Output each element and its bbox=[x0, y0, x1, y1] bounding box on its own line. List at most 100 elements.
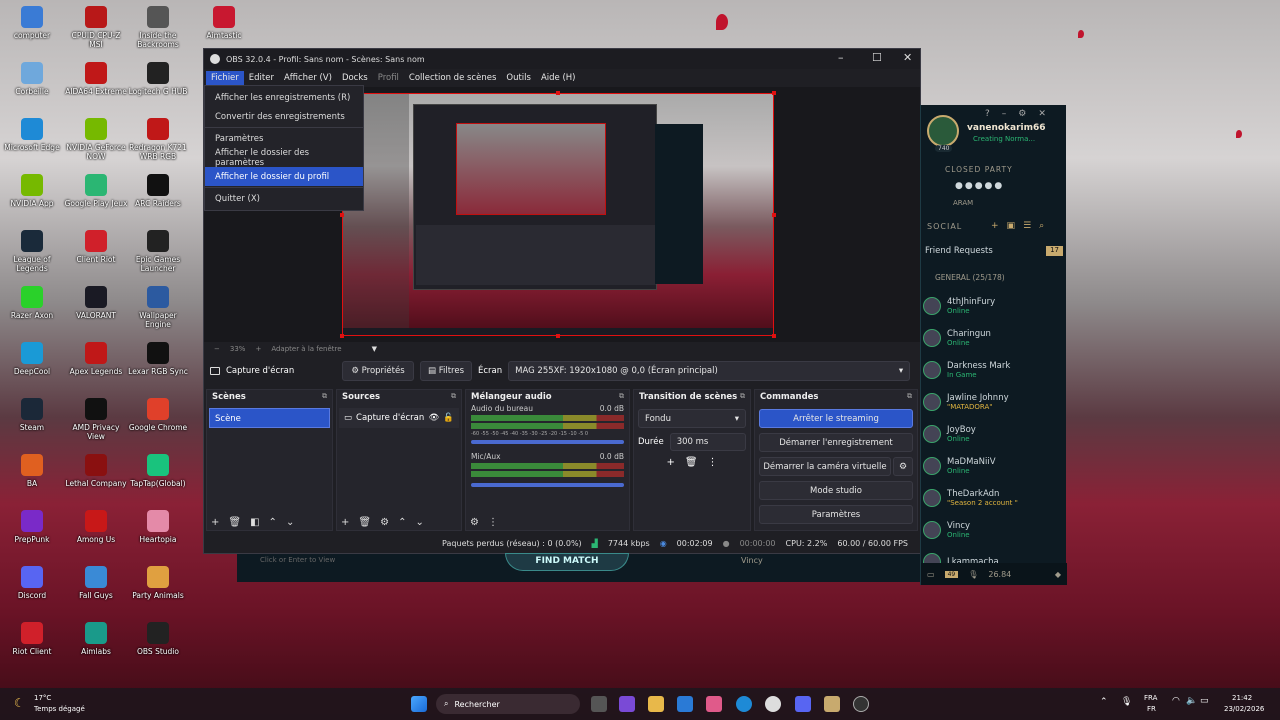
friend-row[interactable]: Darkness Mark In Game bbox=[921, 355, 1067, 385]
chat-icon[interactable]: ▭ bbox=[927, 570, 935, 579]
desktop-icon[interactable]: AMD Privacy View bbox=[64, 398, 128, 441]
friend-row[interactable]: Vincy Online bbox=[921, 515, 1067, 545]
mic-icon[interactable]: 🎙 bbox=[968, 570, 978, 579]
more-icon[interactable]: ⋮ bbox=[488, 517, 498, 528]
language-code[interactable]: FRA bbox=[1144, 694, 1157, 702]
zoom-dropdown-icon[interactable]: ▼ bbox=[372, 345, 377, 353]
desktop-icon[interactable]: Lexar RGB Sync bbox=[126, 342, 190, 376]
find-match-button[interactable]: FIND MATCH bbox=[505, 553, 629, 571]
desktop-icon[interactable]: Google Play Jeux bbox=[64, 174, 128, 208]
chatgpt-icon[interactable] bbox=[765, 696, 781, 712]
resize-handle[interactable] bbox=[340, 213, 344, 217]
move-down-icon[interactable]: ⌄ bbox=[286, 517, 294, 528]
menu-collection-scenes[interactable]: Collection de scènes bbox=[404, 71, 501, 85]
remove-scene-icon[interactable]: 🗑 bbox=[228, 517, 241, 528]
scene-item[interactable]: Scène bbox=[209, 408, 330, 428]
weather-icon[interactable]: ☾ bbox=[14, 696, 25, 710]
help-icon[interactable]: ? bbox=[985, 109, 990, 119]
resize-handle[interactable] bbox=[772, 334, 776, 338]
menu-aide[interactable]: Aide (H) bbox=[536, 71, 581, 85]
friend-row[interactable]: 4thJhinFury Online bbox=[921, 291, 1067, 321]
folder-icon[interactable]: ▣ bbox=[1007, 221, 1016, 231]
lock-icon[interactable]: 🔓 bbox=[443, 413, 454, 423]
mixer-settings-icon[interactable]: ⚙ bbox=[470, 517, 479, 528]
more-icon[interactable]: ⋮ bbox=[708, 457, 718, 468]
friend-row[interactable]: Jawline Johnny "MATADORA" bbox=[921, 387, 1067, 417]
desktop-icon[interactable]: Google Chrome bbox=[126, 398, 190, 432]
desktop-icon[interactable]: Redragon K721 WRB RGB bbox=[126, 118, 190, 161]
minimize-icon[interactable]: – bbox=[1002, 109, 1007, 119]
m365-icon[interactable] bbox=[619, 696, 635, 712]
filters-button[interactable]: ▤ Filtres bbox=[420, 361, 472, 381]
copilot-icon[interactable] bbox=[706, 696, 722, 712]
mission-icon[interactable]: ◆ bbox=[1055, 570, 1061, 579]
desktop-icon[interactable]: Microsoft Edge bbox=[0, 118, 64, 152]
remove-transition-icon[interactable]: 🗑 bbox=[685, 457, 698, 468]
desktop-icon[interactable]: Aimlabs bbox=[64, 622, 128, 656]
menu-outils[interactable]: Outils bbox=[501, 71, 536, 85]
resize-handle[interactable] bbox=[772, 91, 776, 95]
resize-handle[interactable] bbox=[340, 334, 344, 338]
desktop-icon[interactable]: Heartopia bbox=[126, 510, 190, 544]
eye-icon[interactable]: 👁 bbox=[429, 413, 440, 423]
tray-chevron-icon[interactable]: ⌃ bbox=[1100, 697, 1108, 707]
gear-icon[interactable]: ⚙ bbox=[380, 517, 389, 528]
mic-icon[interactable]: 🎙 bbox=[1121, 697, 1132, 707]
start-button-icon[interactable] bbox=[411, 696, 427, 712]
desktop-icon[interactable]: Logitech G HUB bbox=[126, 62, 190, 96]
desktop-icon[interactable]: Corbeille bbox=[0, 62, 64, 96]
screen-select[interactable]: MAG 255XF: 1920x1080 @ 0,0 (Écran princi… bbox=[508, 361, 911, 381]
minimize-icon[interactable]: – bbox=[838, 51, 844, 64]
duration-input[interactable]: 300 ms bbox=[669, 433, 746, 451]
add-scene-icon[interactable]: + bbox=[211, 517, 219, 528]
zoom-out-button[interactable]: − bbox=[214, 345, 220, 353]
resize-handle[interactable] bbox=[556, 334, 560, 338]
close-icon[interactable]: ✕ bbox=[1038, 109, 1046, 119]
desktop-icon[interactable]: Apex Legends bbox=[64, 342, 128, 376]
menu-item-show-recordings[interactable]: Afficher les enregistrements (R) bbox=[205, 88, 363, 107]
list-icon[interactable]: ☰ bbox=[1023, 221, 1031, 231]
desktop-icon[interactable]: Riot Client bbox=[0, 622, 64, 656]
desktop-icon[interactable]: Among Us bbox=[64, 510, 128, 544]
resize-handle[interactable] bbox=[772, 213, 776, 217]
settings-button[interactable]: Paramètres bbox=[759, 505, 913, 524]
desktop-icon[interactable]: Epic Games Launcher bbox=[126, 230, 190, 273]
virtual-camera-button[interactable]: Démarrer la caméra virtuelle bbox=[759, 457, 891, 476]
zoom-fit-button[interactable]: Adapter à la fenêtre bbox=[271, 345, 341, 353]
profile-avatar[interactable] bbox=[927, 115, 959, 147]
desktop-icon[interactable]: computer bbox=[0, 6, 64, 40]
desktop-icon[interactable]: Inside the Backrooms bbox=[126, 6, 190, 49]
desktop-icon[interactable]: Steam bbox=[0, 398, 64, 432]
desktop-icon[interactable]: TapTap(Global) bbox=[126, 454, 190, 488]
desktop-icon[interactable]: NVIDIA App bbox=[0, 174, 64, 208]
volume-slider[interactable] bbox=[471, 440, 624, 444]
transition-select[interactable]: Fondu ▾ bbox=[638, 409, 746, 428]
close-icon[interactable]: ✕ bbox=[903, 51, 912, 64]
zoom-in-button[interactable]: + bbox=[255, 345, 261, 353]
menu-item-profile-folder[interactable]: Afficher le dossier du profil bbox=[205, 167, 363, 186]
properties-button[interactable]: ⚙ Propriétés bbox=[342, 361, 414, 381]
desktop-icon[interactable]: ARC Raiders bbox=[126, 174, 190, 208]
dock-float-icon[interactable]: ⧉ bbox=[451, 392, 456, 402]
friend-row[interactable]: MaDMaNiiV Online bbox=[921, 451, 1067, 481]
remove-source-icon[interactable]: 🗑 bbox=[358, 517, 371, 528]
desktop-icon[interactable]: Lethal Company bbox=[64, 454, 128, 488]
friend-requests[interactable]: Friend Requests 17 bbox=[925, 246, 1063, 256]
studio-mode-button[interactable]: Mode studio bbox=[759, 481, 913, 500]
discord-icon[interactable] bbox=[795, 696, 811, 712]
desktop-icon[interactable]: Aimtastic bbox=[192, 6, 256, 40]
friend-row[interactable]: JoyBoy Online bbox=[921, 419, 1067, 449]
desktop-icon[interactable]: OBS Studio bbox=[126, 622, 190, 656]
desktop-icon[interactable]: Fall Guys bbox=[64, 566, 128, 600]
file-explorer-icon[interactable] bbox=[648, 696, 664, 712]
desktop-icon[interactable]: Razer Axon bbox=[0, 286, 64, 320]
virtual-camera-settings-icon[interactable]: ⚙ bbox=[893, 457, 913, 476]
desktop-icon[interactable]: Party Animals bbox=[126, 566, 190, 600]
add-friend-icon[interactable]: + bbox=[991, 221, 999, 231]
source-item[interactable]: ▭ Capture d'écran 👁 🔓 bbox=[339, 408, 459, 428]
wifi-icon[interactable]: ◠ bbox=[1172, 696, 1180, 706]
move-down-icon[interactable]: ⌄ bbox=[415, 517, 423, 528]
move-up-icon[interactable]: ⌃ bbox=[269, 517, 277, 528]
store-icon[interactable] bbox=[677, 696, 693, 712]
desktop-icon[interactable]: Client Riot bbox=[64, 230, 128, 264]
